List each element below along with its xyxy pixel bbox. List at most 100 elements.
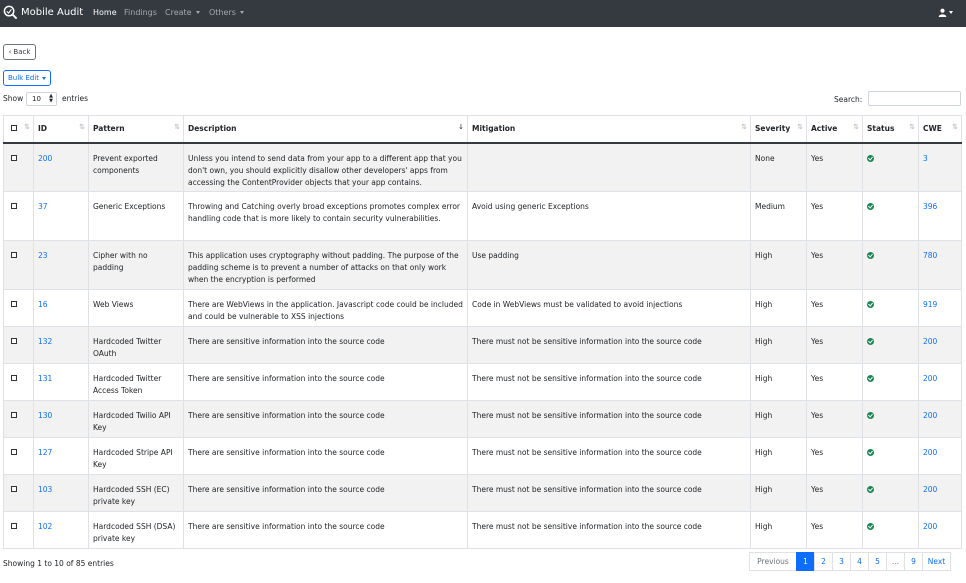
cwe-link[interactable]: 780	[923, 251, 937, 260]
page-button[interactable]: 5	[868, 552, 887, 571]
select-all-checkbox[interactable]	[11, 125, 17, 132]
check-circle-icon	[867, 338, 874, 345]
mitigation-cell: There must not be sensitive information …	[467, 326, 751, 364]
pattern-cell: Hardcoded Twilio API Key	[88, 400, 184, 438]
severity-cell: High	[750, 400, 807, 438]
row-checkbox[interactable]	[11, 449, 17, 455]
mitigation-cell: There must not be sensitive information …	[467, 363, 751, 401]
severity-cell: Medium	[750, 191, 807, 241]
finding-id-link[interactable]: 37	[38, 202, 48, 211]
back-button[interactable]: ‹ Back	[3, 44, 36, 60]
next-page-button[interactable]: Next	[922, 552, 951, 571]
select-all-header[interactable]: ⇅	[3, 115, 34, 144]
finding-id-link[interactable]: 130	[38, 411, 52, 420]
column-header-label: Status	[867, 124, 895, 134]
table-row: 102 Hardcoded SSH (DSA) private key Ther…	[3, 511, 962, 549]
cwe-link[interactable]: 396	[923, 202, 937, 211]
row-checkbox[interactable]	[11, 486, 17, 492]
page-button[interactable]: 9	[904, 552, 923, 571]
page-button[interactable]: 2	[814, 552, 833, 571]
sort-arrows-icon: ⇅	[797, 123, 803, 131]
finding-id-link[interactable]: 131	[38, 374, 52, 383]
severity-cell: High	[750, 326, 807, 364]
column-header-label: Description	[188, 124, 237, 134]
cwe-link[interactable]: 919	[923, 300, 937, 309]
cwe-link[interactable]: 200	[923, 448, 937, 457]
finding-id-link[interactable]: 132	[38, 337, 52, 346]
row-checkbox[interactable]	[11, 412, 17, 418]
column-header-label: Severity	[755, 124, 791, 134]
active-cell: Yes	[806, 240, 863, 290]
cwe-link[interactable]: 200	[923, 485, 937, 494]
nav-create-dropdown[interactable]: Create	[165, 8, 200, 17]
page-button[interactable]: 1	[796, 552, 815, 571]
cwe-link[interactable]: 200	[923, 374, 937, 383]
cwe-link[interactable]: 200	[923, 337, 937, 346]
row-checkbox[interactable]	[11, 154, 17, 161]
chevron-down-icon	[949, 11, 953, 14]
mitigation-cell: Code in WebViews must be validated to av…	[467, 289, 751, 327]
finding-id-link[interactable]: 23	[38, 251, 48, 260]
finding-id-link[interactable]: 200	[38, 154, 52, 163]
active-cell: Yes	[806, 191, 863, 241]
nav-home-link[interactable]: Home	[93, 8, 117, 17]
column-header[interactable]: Pattern ⇅	[88, 115, 184, 144]
pattern-cell: Hardcoded Twitter OAuth	[88, 326, 184, 364]
column-header[interactable]: Severity ⇅	[750, 115, 807, 144]
column-header[interactable]: Status ⇅	[862, 115, 919, 144]
cwe-link[interactable]: 200	[923, 522, 937, 531]
top-navbar: Mobile Audit Home Findings Create Others	[0, 0, 966, 27]
back-button-label: Back	[13, 48, 31, 56]
column-header[interactable]: Description ↓	[183, 115, 468, 144]
page-button[interactable]: 3	[832, 552, 851, 571]
pattern-cell: Generic Exceptions	[88, 191, 184, 241]
table-row: 127 Hardcoded Stripe API Key There are s…	[3, 437, 962, 475]
table-row: 131 Hardcoded Twitter Access Token There…	[3, 363, 962, 401]
cwe-link[interactable]: 200	[923, 411, 937, 420]
entries-label: entries	[62, 94, 88, 103]
page-button[interactable]: 4	[850, 552, 869, 571]
finding-id-link[interactable]: 102	[38, 522, 52, 531]
page-ellipsis: ...	[886, 552, 905, 571]
severity-cell: High	[750, 437, 807, 475]
finding-id-link[interactable]: 16	[38, 300, 48, 309]
sort-arrows-icon: ⇅	[79, 123, 85, 131]
column-header[interactable]: Active ⇅	[806, 115, 863, 144]
column-header[interactable]: Mitigation ⇅	[467, 115, 751, 144]
column-header[interactable]: CWE ⇅	[918, 115, 962, 144]
cwe-link[interactable]: 3	[923, 154, 928, 163]
row-checkbox[interactable]	[11, 203, 17, 209]
page-size-select[interactable]: 10 ▲ ▼	[26, 92, 57, 106]
row-checkbox[interactable]	[11, 338, 17, 344]
active-cell: Yes	[806, 326, 863, 364]
user-menu[interactable]	[938, 8, 953, 17]
bulk-edit-button[interactable]: Bulk Edit	[3, 70, 51, 86]
description-cell: Unless you intend to send data from your…	[183, 142, 468, 192]
magnifier-logo-icon	[3, 5, 18, 20]
check-circle-icon	[867, 449, 874, 456]
pattern-cell: Hardcoded Stripe API Key	[88, 437, 184, 475]
row-checkbox[interactable]	[11, 301, 17, 307]
pattern-cell: Cipher with no padding	[88, 240, 184, 290]
row-checkbox[interactable]	[11, 523, 17, 529]
column-header[interactable]: ID ⇅	[33, 115, 89, 144]
severity-cell: High	[750, 474, 807, 512]
check-circle-icon	[867, 523, 874, 530]
finding-id-link[interactable]: 127	[38, 448, 52, 457]
previous-page-button[interactable]: Previous	[749, 552, 797, 571]
nav-findings-link[interactable]: Findings	[124, 8, 157, 17]
active-cell: Yes	[806, 511, 863, 549]
active-cell: Yes	[806, 400, 863, 438]
mitigation-cell: There must not be sensitive information …	[467, 511, 751, 549]
row-checkbox[interactable]	[11, 252, 17, 258]
brand[interactable]: Mobile Audit	[3, 5, 83, 20]
pattern-cell: Web Views	[88, 289, 184, 327]
row-checkbox[interactable]	[11, 375, 17, 381]
finding-id-link[interactable]: 103	[38, 485, 52, 494]
nav-create-label: Create	[165, 8, 192, 17]
show-label: Show	[3, 94, 24, 103]
nav-others-dropdown[interactable]: Others	[209, 8, 244, 17]
sort-arrows-icon: ⇅	[952, 123, 958, 131]
description-cell: There are sensitive information into the…	[183, 363, 468, 401]
search-input[interactable]	[868, 91, 961, 106]
